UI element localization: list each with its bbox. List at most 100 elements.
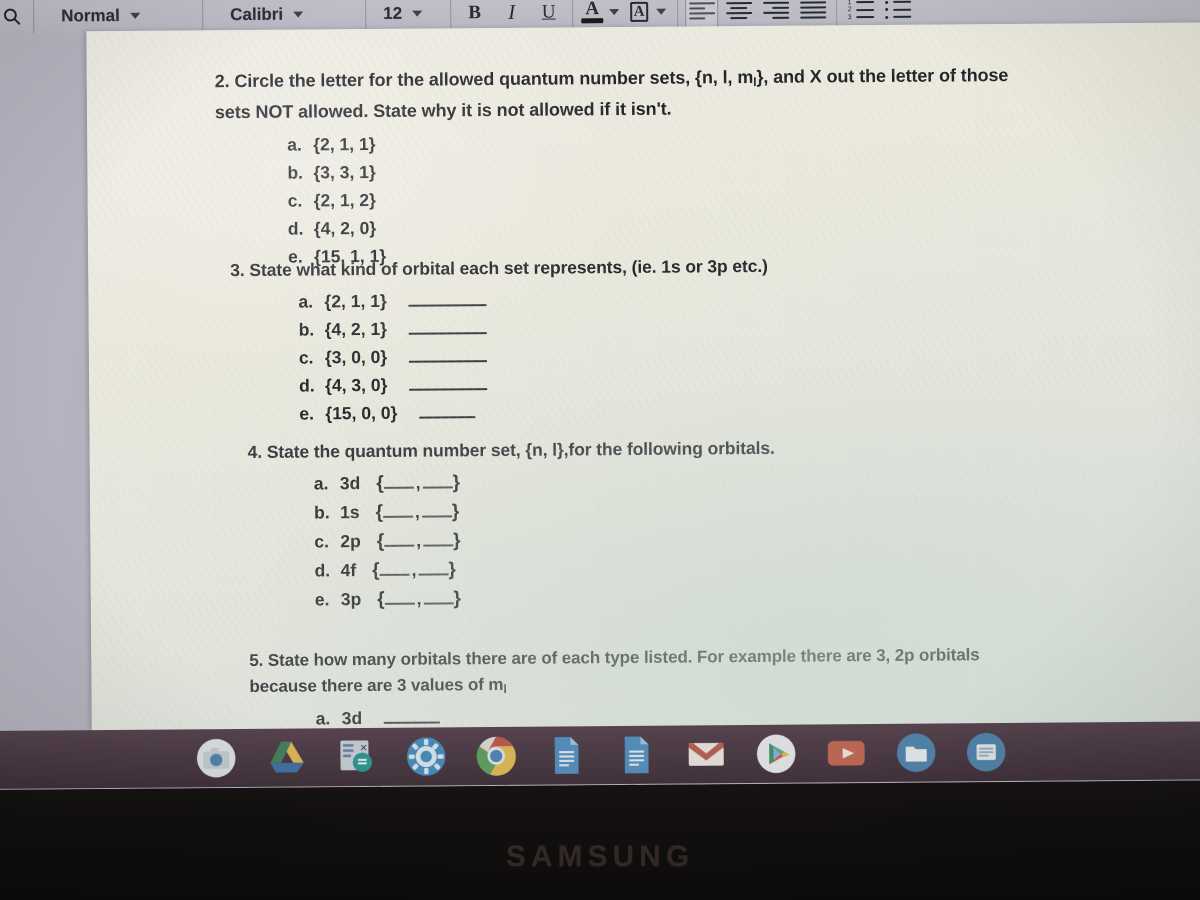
- item-value: 3d: [339, 473, 361, 494]
- answer-brace-set[interactable]: { , }: [375, 497, 460, 527]
- question-4-number: 4.: [247, 441, 263, 462]
- toolbar-divider: [836, 0, 838, 27]
- paragraph-style-value: Normal: [61, 5, 120, 25]
- text-color-label: A: [585, 0, 600, 20]
- brace-close: }: [453, 588, 462, 610]
- answer-blank[interactable]: [384, 711, 441, 724]
- item-value: {15, 0, 0}: [325, 402, 398, 424]
- google-chrome-icon[interactable]: [475, 735, 517, 777]
- question-5-number: 5.: [249, 650, 264, 670]
- highlight-color-icon: A: [625, 0, 653, 28]
- item-value: {2, 1, 1}: [313, 133, 376, 155]
- align-left-button[interactable]: [683, 0, 720, 29]
- bulleted-list-button[interactable]: [879, 0, 916, 28]
- answer-blank[interactable]: [419, 406, 476, 419]
- text-color-icon: A: [578, 0, 606, 29]
- bold-button[interactable]: B: [456, 0, 493, 31]
- brace-close: }: [451, 501, 460, 523]
- answer-brace-set[interactable]: { , }: [377, 526, 461, 556]
- svg-text:✕: ✕: [360, 743, 368, 754]
- item-value: 1s: [340, 502, 360, 523]
- brace-open: {: [377, 588, 385, 610]
- bold-label: B: [468, 1, 482, 23]
- brace-comma: ,: [416, 530, 422, 551]
- chevron-down-icon: [656, 8, 667, 15]
- item-value: {2, 1, 1}: [324, 290, 387, 312]
- list-item: e. 3p { , }: [315, 578, 1200, 614]
- item-letter: b.: [314, 502, 330, 523]
- align-right-button[interactable]: [757, 0, 794, 28]
- answer-blank[interactable]: [382, 506, 414, 518]
- italic-button[interactable]: I: [493, 0, 530, 31]
- answer-blank[interactable]: [421, 506, 452, 518]
- gmail-icon[interactable]: [685, 733, 727, 775]
- answer-brace-set[interactable]: { , }: [377, 584, 461, 614]
- answer-blank[interactable]: [384, 535, 415, 547]
- google-docs-icon-2[interactable]: [615, 734, 657, 776]
- brace-open: {: [372, 559, 380, 582]
- answer-blank[interactable]: [379, 564, 410, 576]
- text-color-button[interactable]: A: [578, 0, 625, 29]
- item-letter: d.: [287, 218, 304, 239]
- item-value: {4, 2, 0}: [313, 217, 377, 239]
- list-item: e. {15, 0, 0}: [299, 392, 1200, 427]
- answer-brace-set[interactable]: { , }: [372, 555, 456, 585]
- font-size-dropdown[interactable]: 12: [371, 0, 445, 31]
- google-docs-icon[interactable]: [545, 734, 587, 776]
- question-4-items: a. 3d { , } b. 1s {,} c. 2p {,} d. 4…: [314, 462, 1200, 614]
- item-value: 2p: [340, 531, 361, 552]
- answer-blank[interactable]: [409, 378, 488, 391]
- item-letter: c.: [298, 347, 314, 368]
- settings-gear-icon[interactable]: [405, 735, 447, 777]
- answer-blank[interactable]: [423, 593, 454, 605]
- play-store-icon[interactable]: [755, 733, 797, 775]
- question-5-heading-line-2: because there are 3 values of ml: [249, 667, 1149, 704]
- answer-blank[interactable]: [408, 322, 487, 335]
- youtube-icon[interactable]: [825, 732, 867, 774]
- underline-button[interactable]: U: [530, 0, 567, 30]
- app-shelf: ✕: [0, 721, 1200, 789]
- brace-open: {: [376, 530, 385, 552]
- answer-blank[interactable]: [409, 350, 488, 363]
- item-letter: c.: [314, 531, 330, 552]
- item-value: {4, 3, 0}: [325, 374, 388, 396]
- brace-comma: ,: [416, 588, 422, 609]
- highlight-color-label: A: [629, 1, 649, 22]
- keep-notes-icon[interactable]: [965, 731, 1007, 773]
- align-justify-icon: [799, 0, 826, 20]
- chevron-down-icon: [609, 8, 620, 15]
- paragraph-style-dropdown[interactable]: Normal: [39, 0, 197, 34]
- numbered-list-button[interactable]: 1 2 3: [842, 0, 879, 28]
- align-justify-button[interactable]: [794, 0, 831, 28]
- answer-blank[interactable]: [408, 294, 487, 307]
- question-2-heading-text: Circle the letter for the allowed quantu…: [234, 66, 754, 92]
- files-icon[interactable]: [895, 732, 937, 774]
- font-family-dropdown[interactable]: Calibri: [208, 0, 360, 33]
- numbered-list-icon: 1 2 3: [848, 0, 874, 21]
- answer-blank[interactable]: [418, 564, 449, 576]
- answer-blank[interactable]: [422, 477, 453, 489]
- answer-brace-set[interactable]: { , }: [376, 468, 460, 498]
- highlight-color-button[interactable]: A: [625, 0, 672, 28]
- document-page[interactable]: 2. Circle the letter for the allowed qua…: [86, 22, 1200, 732]
- camera-icon[interactable]: [195, 737, 237, 779]
- brace-comma: ,: [414, 501, 420, 522]
- item-letter: b.: [287, 162, 304, 183]
- item-letter: b.: [298, 319, 315, 340]
- toolbar-divider: [677, 0, 679, 29]
- question-3: 3. State what kind of orbital each set r…: [230, 250, 1200, 428]
- item-value: 3p: [340, 589, 362, 610]
- item-letter: e.: [299, 403, 315, 424]
- brace-comma: ,: [415, 472, 421, 493]
- italic-label: I: [508, 0, 516, 24]
- chevron-down-icon: [412, 10, 423, 17]
- align-center-button[interactable]: [720, 0, 757, 29]
- answer-blank[interactable]: [423, 535, 454, 547]
- google-sheets-icon[interactable]: ✕: [335, 736, 377, 778]
- search-icon[interactable]: [0, 0, 28, 33]
- question-4-heading: 4. State the quantum number set, {n, l},…: [248, 432, 1200, 465]
- google-drive-icon[interactable]: [265, 736, 307, 778]
- question-2-heading-line-2: sets NOT allowed. State why it is not al…: [214, 98, 672, 123]
- answer-blank[interactable]: [384, 593, 415, 605]
- answer-blank[interactable]: [383, 477, 414, 489]
